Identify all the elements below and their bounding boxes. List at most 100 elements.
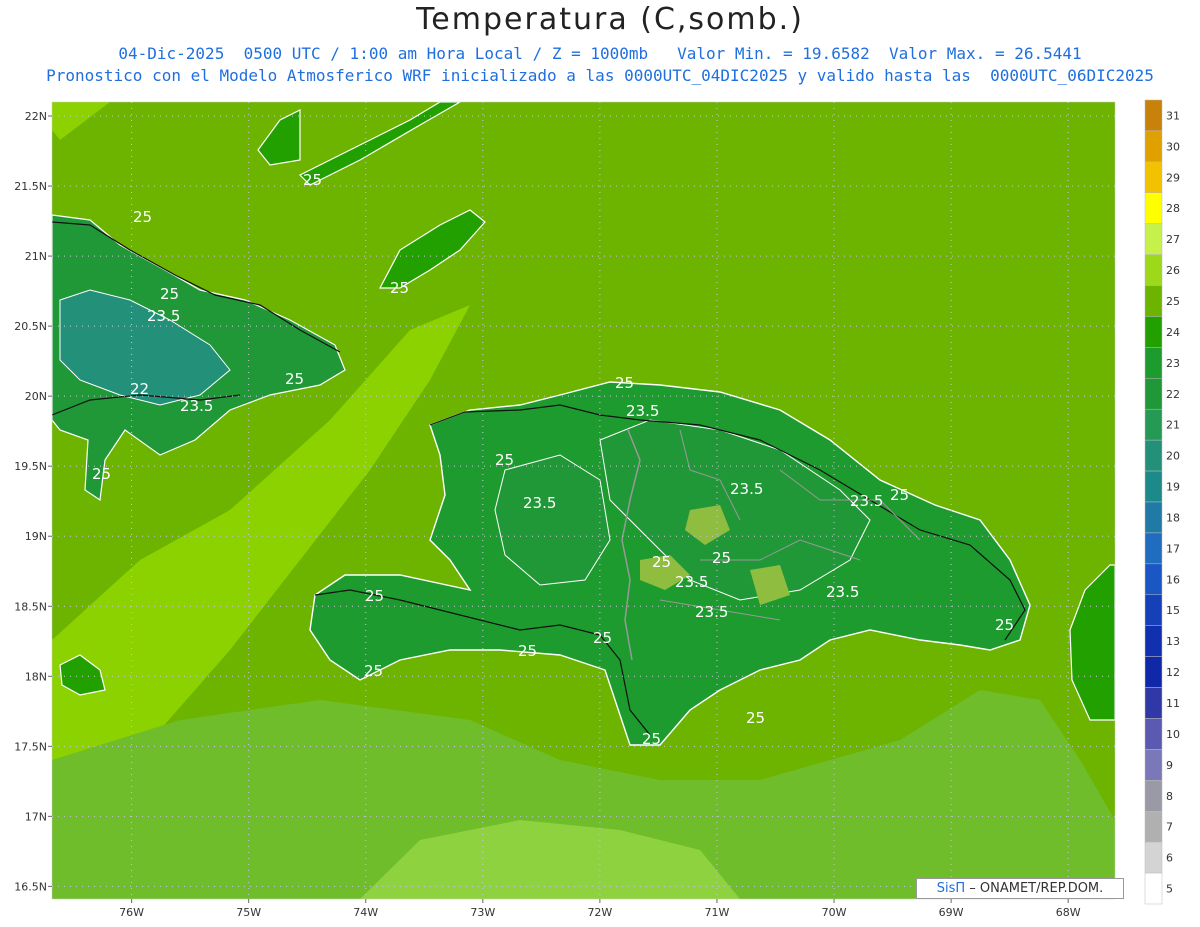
contour-label: 25 <box>642 730 661 748</box>
colorbar-label: 18 <box>1166 511 1180 524</box>
lon-tick-label: 74W <box>353 906 378 919</box>
colorbar-swatch <box>1144 347 1163 379</box>
sispi-logo: SisΠ <box>936 881 966 896</box>
colorbar-label: 15 <box>1166 604 1180 617</box>
lon-tick-label: 70W <box>822 906 847 919</box>
colorbar-label: 25 <box>1166 295 1180 308</box>
colorbar-label: 5 <box>1166 883 1173 896</box>
colorbar-swatch <box>1144 532 1163 565</box>
colorbar-swatch <box>1144 749 1163 781</box>
contour-label: 23.5 <box>730 480 763 498</box>
lon-tick-label: 76W <box>119 906 144 919</box>
lon-tick-label: 68W <box>1056 906 1081 919</box>
colorbar-swatch <box>1144 99 1163 132</box>
colorbar-label: 11 <box>1166 697 1180 710</box>
contour-label: 23.5 <box>523 494 556 512</box>
contour-label: 25 <box>495 451 514 469</box>
lon-tick-label: 73W <box>470 906 495 919</box>
colorbar-swatch <box>1144 656 1163 688</box>
colorbar-label: 27 <box>1166 233 1180 246</box>
colorbar-label: 6 <box>1166 852 1173 865</box>
colorbar-swatch <box>1144 625 1163 657</box>
colorbar-label: 13 <box>1166 635 1180 648</box>
latitude-axis: 22N 21.5N 21N 20.5N 20N 19.5N 19N 18.5N 18N 17.5N… <box>14 110 52 893</box>
contour-label: 22 <box>130 380 149 398</box>
colorbar-swatch <box>1144 439 1163 472</box>
colorbar-label: 7 <box>1166 821 1173 834</box>
credit-text: – ONAMET/REP.DOM. <box>969 881 1104 896</box>
contour-label: 23.5 <box>180 397 213 415</box>
colorbar-swatch <box>1144 718 1163 750</box>
contour-label: 25 <box>364 662 383 680</box>
colorbar-swatch <box>1144 470 1163 503</box>
credit-box: SisΠ – ONAMET/REP.DOM. <box>916 878 1124 899</box>
lon-tick-label: 71W <box>705 906 730 919</box>
colorbar-label: 12 <box>1166 666 1180 679</box>
lat-tick-label: 22N <box>25 110 47 123</box>
colorbar-swatch <box>1144 780 1163 812</box>
contour-label: 25 <box>518 642 537 660</box>
colorbar-swatch <box>1144 563 1163 596</box>
contour-label: 23.5 <box>675 573 708 591</box>
colorbar-swatch <box>1144 594 1163 626</box>
contour-label: 23.5 <box>147 307 180 325</box>
colorbar-swatch <box>1144 223 1163 255</box>
contour-label: 25 <box>92 465 111 483</box>
subtitle-line-2: Pronostico con el Modelo Atmosferico WRF… <box>46 66 1154 85</box>
colorbar-swatch <box>1144 408 1163 441</box>
lat-tick-label: 20N <box>25 390 47 403</box>
lat-tick-label: 20.5N <box>14 320 47 333</box>
lat-tick-label: 18N <box>25 670 47 683</box>
contour-label: 25 <box>652 553 671 571</box>
contour-label: 23.5 <box>626 402 659 420</box>
colorbar-swatch <box>1144 161 1163 194</box>
colorbar-swatch <box>1144 841 1163 874</box>
contour-label: 25 <box>133 208 152 226</box>
contour-label: 25 <box>303 171 322 189</box>
lat-tick-label: 18.5N <box>14 600 47 613</box>
lat-tick-label: 19.5N <box>14 460 47 473</box>
contour-label: 25 <box>890 486 909 504</box>
lat-tick-label: 21.5N <box>14 180 47 193</box>
subtitle-line-1: 04-Dic-2025 0500 UTC / 1:00 am Hora Loca… <box>118 44 1082 63</box>
colorbar-swatch <box>1144 130 1163 163</box>
lon-tick-label: 75W <box>236 906 261 919</box>
colorbar-label: 16 <box>1166 573 1180 586</box>
colorbar-label: 8 <box>1166 790 1173 803</box>
contour-label: 25 <box>365 587 384 605</box>
colorbar-swatch <box>1144 285 1163 317</box>
colorbar-label: 28 <box>1166 202 1180 215</box>
colorbar-label: 17 <box>1166 542 1180 555</box>
temperature-map: 25 25 25 23.5 22 23.5 25 25 25 25 23.5 2… <box>14 99 1180 919</box>
colorbar-swatch <box>1144 501 1163 534</box>
colorbar-label: 26 <box>1166 264 1180 277</box>
contour-label: 25 <box>712 549 731 567</box>
contour-label: 23.5 <box>826 583 859 601</box>
colorbar-swatch <box>1144 316 1163 348</box>
contour-label: 25 <box>615 374 634 392</box>
lon-tick-label: 72W <box>587 906 612 919</box>
page-title: Temperatura (C,somb.) <box>416 2 804 37</box>
colorbar-swatch <box>1144 872 1163 905</box>
colorbar-swatch <box>1144 810 1163 843</box>
contour-label: 25 <box>995 616 1014 634</box>
colorbar-label: 30 <box>1166 140 1180 153</box>
contour-label: 25 <box>390 279 409 297</box>
colorbar-swatch <box>1144 378 1163 410</box>
colorbar-swatch <box>1144 254 1163 286</box>
colorbar-label: 24 <box>1166 326 1180 339</box>
contour-label: 25 <box>593 629 612 647</box>
contour-label: 23.5 <box>695 603 728 621</box>
contour-label: 23.5 <box>850 492 883 510</box>
contour-label: 25 <box>746 709 765 727</box>
contour-label: 25 <box>285 370 304 388</box>
colorbar-label: 22 <box>1166 388 1180 401</box>
colorbar-label: 31 <box>1166 109 1180 122</box>
colorbar-label: 29 <box>1166 171 1180 184</box>
lat-tick-label: 21N <box>25 250 47 263</box>
lat-tick-label: 17.5N <box>14 740 47 753</box>
colorbar-swatch <box>1144 192 1163 224</box>
lat-tick-label: 17N <box>25 810 47 823</box>
colorbar-label: 10 <box>1166 728 1180 741</box>
colorbar-label: 9 <box>1166 759 1173 772</box>
